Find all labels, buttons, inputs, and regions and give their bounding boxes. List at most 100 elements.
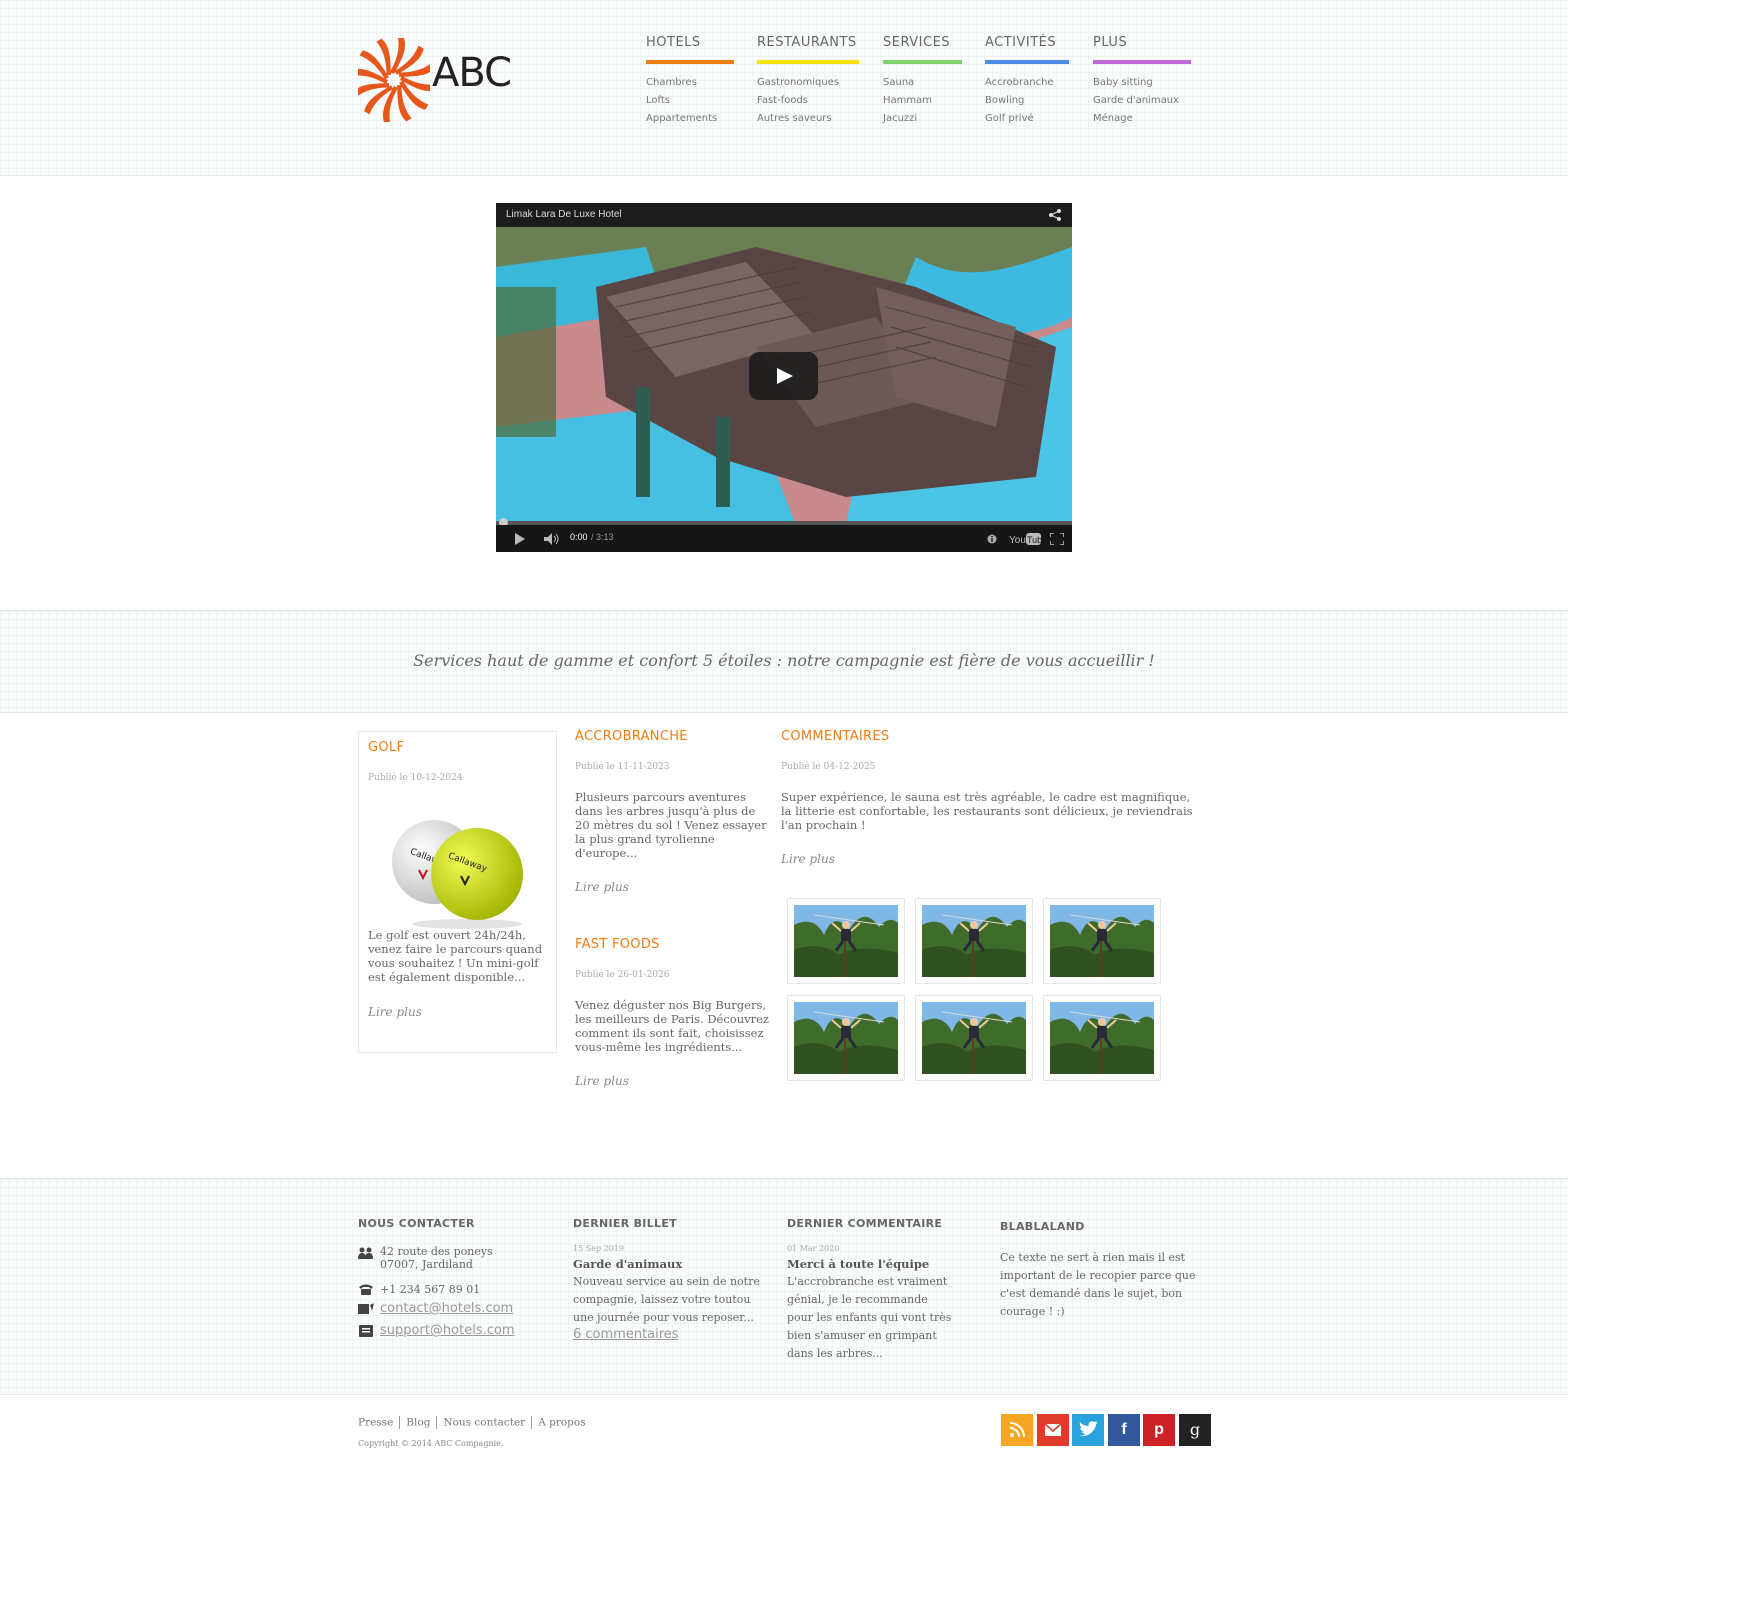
nav-activites-title[interactable]: ACTIVITÉS: [985, 35, 1069, 64]
nav-item-bowling[interactable]: Bowling: [985, 92, 1069, 110]
site-header: ABC HOTELS Chambres Lofts Appartements R…: [0, 0, 1568, 176]
footer-last-comment-title[interactable]: Merci à toute l'équipe: [787, 1257, 957, 1271]
nav-services-submenu: Sauna Hammam Jacuzzi: [883, 74, 962, 128]
rss-icon[interactable]: [1001, 1414, 1033, 1446]
video-player[interactable]: Limak Lara De Luxe Hotel 0:00 / 3:13 You…: [496, 203, 1072, 552]
gallery-thumbnail[interactable]: [1043, 995, 1161, 1081]
post-commentaires-read-more[interactable]: Lire plus: [781, 852, 1201, 866]
nav-plus-title[interactable]: PLUS: [1093, 35, 1191, 64]
gallery-thumbnail[interactable]: [915, 995, 1033, 1081]
contact-phone-number[interactable]: +1 234 567 89 01: [380, 1281, 480, 1299]
nav-services[interactable]: SERVICES Sauna Hammam Jacuzzi: [883, 35, 962, 128]
nav-item-lofts[interactable]: Lofts: [646, 92, 734, 110]
accrobranche-photo: [922, 905, 1026, 977]
play-icon[interactable]: [514, 533, 526, 545]
nav-hotels[interactable]: HOTELS Chambres Lofts Appartements: [646, 35, 734, 128]
nav-item-sauna[interactable]: Sauna: [883, 74, 962, 92]
nav-plus[interactable]: PLUS Baby sitting Garde d'animaux Ménage: [1093, 35, 1191, 128]
post-golf-title[interactable]: GOLF: [368, 740, 404, 755]
post-commentaires: COMMENTAIRES Publié le 04-12-2025 Super …: [781, 729, 1201, 866]
accrobranche-photo: [794, 905, 898, 977]
footer-last-post: DERNIER BILLET 15 Sep 2019 Garde d'anima…: [573, 1217, 763, 1342]
gallery-thumbnail[interactable]: [787, 898, 905, 984]
nav-item-garde-animaux[interactable]: Garde d'animaux: [1093, 92, 1191, 110]
nav-item-hammam[interactable]: Hammam: [883, 92, 962, 110]
mail-card-icon: [358, 1303, 374, 1314]
footer-last-post-comments-link[interactable]: 6 commentaires: [573, 1327, 763, 1342]
footer-last-post-heading: DERNIER BILLET: [573, 1217, 677, 1230]
gallery-thumbnail[interactable]: [1043, 898, 1161, 984]
post-accrobranche: ACCROBRANCHE Publié le 11-11-2023 Plusie…: [575, 729, 770, 894]
pinterest-icon[interactable]: p: [1143, 1414, 1175, 1446]
contact-address-line2: 07007, Jardiland: [380, 1258, 473, 1271]
nav-item-gastronomiques[interactable]: Gastronomiques: [757, 74, 859, 92]
post-golf-read-more[interactable]: Lire plus: [368, 1005, 422, 1019]
gallery-thumbnail[interactable]: [915, 898, 1033, 984]
nav-item-chambres[interactable]: Chambres: [646, 74, 734, 92]
facebook-glyph: f: [1121, 1421, 1127, 1438]
link-separator: [531, 1416, 533, 1429]
nav-activites-submenu: Accrobranche Bowling Golf privé: [985, 74, 1069, 128]
post-fastfoods-title[interactable]: FAST FOODS: [575, 937, 770, 952]
link-nous-contacter[interactable]: Nous contacter: [443, 1417, 525, 1429]
volume-icon[interactable]: [544, 533, 560, 545]
twitter-icon[interactable]: [1072, 1414, 1104, 1446]
link-blog[interactable]: Blog: [406, 1417, 430, 1429]
contact-phone: +1 234 567 89 01: [358, 1281, 480, 1299]
nav-plus-submenu: Baby sitting Garde d'animaux Ménage: [1093, 74, 1191, 128]
video-title[interactable]: Limak Lara De Luxe Hotel: [506, 209, 622, 220]
nav-hotels-title[interactable]: HOTELS: [646, 35, 734, 64]
site-logo[interactable]: ABC: [358, 38, 518, 122]
post-golf-date: Publié le 10-12-2024: [368, 773, 463, 783]
footer-last-post-date: 15 Sep 2019: [573, 1244, 624, 1253]
link-separator: [436, 1416, 438, 1429]
post-accrobranche-read-more[interactable]: Lire plus: [575, 880, 770, 894]
support-icon: [359, 1325, 373, 1337]
nav-services-title[interactable]: SERVICES: [883, 35, 962, 64]
post-fastfoods-read-more[interactable]: Lire plus: [575, 1074, 770, 1088]
post-commentaires-title[interactable]: COMMENTAIRES: [781, 729, 1201, 744]
facebook-icon[interactable]: f: [1108, 1414, 1140, 1446]
post-accrobranche-title[interactable]: ACCROBRANCHE: [575, 729, 770, 744]
contact-email-link[interactable]: contact@hotels.com: [380, 1301, 513, 1316]
youtube-icon[interactable]: YouTube: [1009, 532, 1041, 546]
play-overlay-button[interactable]: [749, 352, 818, 400]
footer-blablaland-heading: BLABLALAND: [1000, 1220, 1085, 1233]
gallery-thumbnail[interactable]: [787, 995, 905, 1081]
link-a-propos[interactable]: A propos: [538, 1417, 585, 1429]
accrobranche-photo: [1050, 1002, 1154, 1074]
mail-icon[interactable]: [1037, 1414, 1069, 1446]
people-icon: [358, 1247, 373, 1259]
footer-last-post-title[interactable]: Garde d'animaux: [573, 1257, 763, 1271]
nav-item-appartements[interactable]: Appartements: [646, 110, 734, 128]
accrobranche-photo: [922, 1002, 1026, 1074]
nav-item-accrobranche[interactable]: Accrobranche: [985, 74, 1069, 92]
link-presse[interactable]: Presse: [358, 1417, 393, 1429]
copyright: Copyright © 2014 ABC Compagnie.: [358, 1439, 504, 1448]
phone-icon: [359, 1284, 373, 1295]
accrobranche-photo: [794, 1002, 898, 1074]
nav-item-jacuzzi[interactable]: Jacuzzi: [883, 110, 962, 128]
google-icon[interactable]: g: [1179, 1414, 1211, 1446]
support-email-link[interactable]: support@hotels.com: [380, 1323, 514, 1338]
nav-item-autres-saveurs[interactable]: Autres saveurs: [757, 110, 859, 128]
nav-item-baby-sitting[interactable]: Baby sitting: [1093, 74, 1191, 92]
post-fastfoods-text: Venez déguster nos Big Burgers, les meil…: [575, 998, 769, 1054]
info-icon[interactable]: [987, 534, 997, 544]
nav-item-golf-prive[interactable]: Golf privé: [985, 110, 1069, 128]
svg-text:You: You: [1009, 535, 1026, 546]
fullscreen-icon[interactable]: [1050, 533, 1064, 545]
brand-name: ABC: [432, 50, 512, 96]
nav-item-menage[interactable]: Ménage: [1093, 110, 1191, 128]
post-accrobranche-text: Plusieurs parcours aventures dans les ar…: [575, 790, 767, 860]
nav-item-fast-foods[interactable]: Fast-foods: [757, 92, 859, 110]
nav-restaurants-submenu: Gastronomiques Fast-foods Autres saveurs: [757, 74, 859, 128]
svg-text:Tube: Tube: [1027, 535, 1041, 545]
pinterest-glyph: p: [1154, 1421, 1164, 1438]
nav-restaurants[interactable]: RESTAURANTS Gastronomiques Fast-foods Au…: [757, 35, 859, 128]
share-icon[interactable]: [1048, 208, 1062, 222]
contact-address-line1: 42 route des poneys: [380, 1245, 493, 1258]
nav-restaurants-title[interactable]: RESTAURANTS: [757, 35, 859, 64]
nav-activites[interactable]: ACTIVITÉS Accrobranche Bowling Golf priv…: [985, 35, 1069, 128]
link-separator: [399, 1416, 401, 1429]
